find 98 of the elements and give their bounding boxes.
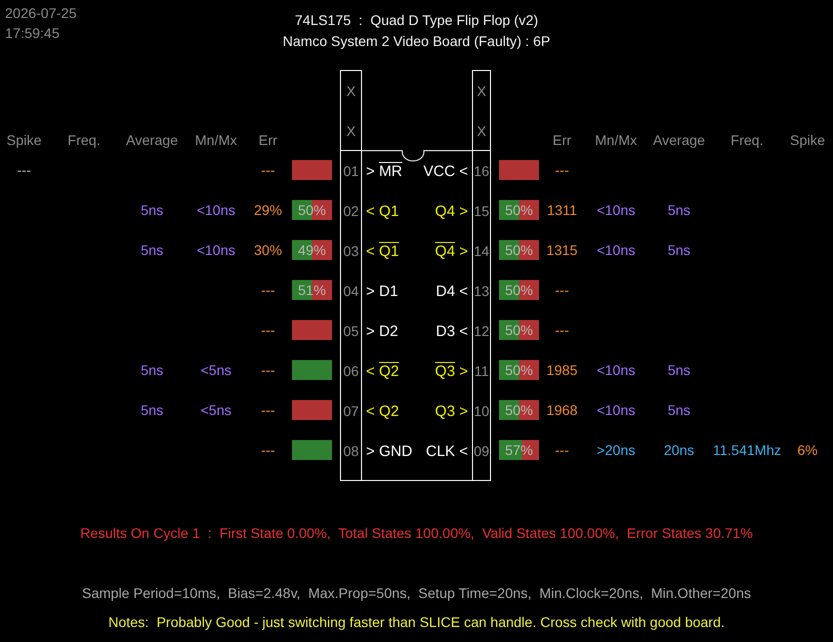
min-max-value: <5ns [200,402,232,418]
error-value: --- [555,282,569,298]
average-value: 20ns [664,442,694,458]
average-value: 5ns [668,402,690,418]
pin-label: > D1 [366,282,398,300]
min-max-value: <10ns [596,202,636,218]
results-text: Results On Cycle 1 : First State 0.00%, Total States 100.00%, Valid States 100.00%, Error States 30.71% [80,524,753,543]
min-max-value: >20ns [596,442,636,458]
level-percent: 50% [504,401,534,420]
column-header: Spike [6,131,42,150]
pin-label: Q4 > [435,242,468,260]
pin-label: < Q2 [366,402,399,420]
pin-number: 11 [474,363,489,379]
column-header: Freq. [730,131,764,150]
average-value: 5ns [668,362,690,378]
error-value: --- [261,402,275,418]
pin-label: < Q1 [366,242,399,260]
column-header: Mn/Mx [595,131,637,150]
pin-mark: X [346,83,356,99]
error-value: 1315 [546,242,578,258]
pin-number: 10 [474,403,490,419]
pin-label: VCC < [423,162,468,180]
pin-label: CLK < [426,442,468,460]
column-header: Err [552,131,572,150]
column-header: Err [258,131,278,150]
pin-label: Q3 > [435,402,468,420]
pin-label: < Q1 [366,202,399,220]
min-max-value: <10ns [196,242,236,258]
error-value: --- [261,162,275,178]
column-header: Freq. [68,131,100,150]
pin-number: 08 [343,443,359,459]
frequency-value: 11.541Mhz [712,442,782,458]
average-value: 5ns [668,202,690,218]
error-value: --- [261,322,275,338]
error-value: 1311 [546,202,578,218]
min-max-value: <10ns [596,402,636,418]
average-value: 5ns [140,362,164,378]
min-max-value: <10ns [596,242,636,258]
column-header: Spike [790,131,826,150]
error-value: 1968 [546,402,578,418]
pin-number: 03 [343,243,359,259]
error-value: --- [261,362,275,378]
board-title: Namco System 2 Video Board (Faulty) : 6P [282,32,550,51]
error-value: 1985 [546,362,578,378]
min-max-value: <10ns [196,202,236,218]
pin-label: > MR [366,162,402,180]
time-text: 17:59:45 [5,24,60,43]
pin-number: 06 [343,363,359,379]
pin-number: 02 [343,203,359,219]
min-max-value: <10ns [596,362,636,378]
average-value: 5ns [140,242,164,258]
min-max-value: <5ns [200,362,232,378]
level-percent: 51% [298,281,326,300]
error-value: --- [555,322,569,338]
average-value: 5ns [668,242,690,258]
error-value: --- [555,162,569,178]
column-header: Mn/Mx [195,131,237,150]
spike-value: --- [17,162,31,178]
pin-number: 12 [474,323,490,339]
pin-mark: X [476,83,486,99]
level-percent: 50% [504,201,534,220]
pin-number: 15 [474,203,490,219]
pin-label: Q3 > [435,362,468,380]
pin-number: 09 [474,443,490,459]
pin-label: > GND [366,442,412,460]
pin-label: < Q2 [366,362,399,380]
average-value: 5ns [140,402,164,418]
column-header: Average [653,131,705,150]
level-percent: 50% [504,241,534,260]
pin-number: 14 [474,243,490,259]
chip-title: 74LS175 : Quad D Type Flip Flop (v2) [294,11,538,30]
level-percent: 50% [504,361,534,380]
level-percent: 50% [298,201,326,220]
pin-number: 05 [343,323,359,339]
pin-label: D3 < [436,322,468,340]
column-header: Average [126,131,178,150]
pin-mark: X [476,122,486,138]
level-percent: 50% [504,281,534,300]
pin-number: 01 [343,163,359,179]
error-value: 29% [254,202,282,218]
settings-text: Sample Period=10ms, Bias=2.48v, Max.Prop=50ns, Setup Time=20ns, Min.Clock=20ns, Min.Other=20ns [82,584,751,603]
pin-number: 07 [343,403,359,419]
spike-value: 6% [797,442,818,458]
pin-label: > D2 [366,322,398,340]
error-value: --- [261,282,275,298]
pin-mark: X [346,122,356,138]
error-value: --- [261,442,275,458]
pin-number: 13 [474,283,490,299]
error-value: --- [555,442,569,458]
pin-label: Q4 > [435,202,468,220]
pin-number: 04 [343,283,359,299]
error-value: 30% [254,242,282,258]
level-percent: 50% [504,321,534,340]
notes-text: Notes: Probably Good - just switching faster than SLICE can handle. Cross check with good board. [108,613,725,632]
pin-label: D4 < [436,282,468,300]
average-value: 5ns [140,202,164,218]
date-text: 2026-07-25 [5,4,77,23]
pin-number: 16 [474,163,490,179]
